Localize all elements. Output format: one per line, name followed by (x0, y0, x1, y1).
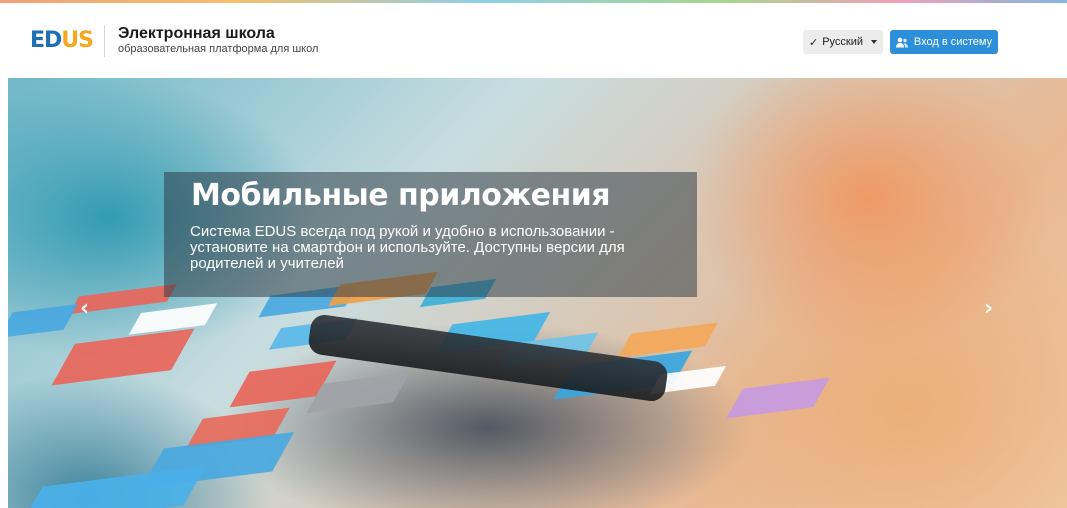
slide-title: Мобильные приложения (191, 178, 611, 213)
site-header: EDUS Электронная школа образовательная п… (0, 3, 1067, 78)
tile-decoration (8, 303, 78, 339)
site-title: Электронная школа (118, 25, 275, 42)
edus-logo[interactable]: EDUS (30, 28, 94, 53)
tile-decoration (617, 322, 719, 358)
tile-decoration (128, 303, 218, 335)
tile-decoration (51, 328, 195, 386)
logo-divider (104, 25, 105, 57)
login-label: Вход в систему (913, 36, 993, 48)
language-dropdown[interactable]: ✓ Русский (803, 30, 883, 54)
slider-prev-arrow[interactable]: ‹ (80, 296, 89, 321)
logo-part-ed: ED (30, 28, 62, 53)
check-icon: ✓ (808, 36, 819, 49)
slider-next-arrow[interactable]: › (984, 296, 993, 321)
language-label: Русский (822, 36, 864, 48)
login-button[interactable]: Вход в систему (890, 30, 998, 54)
logo-part-us: US (61, 28, 94, 53)
tile-decoration (726, 377, 830, 419)
hero-slider: ‹ › Мобильные приложения Система EDUS вс… (8, 78, 1067, 508)
tile-decoration (20, 465, 206, 508)
user-icon (895, 37, 908, 47)
caret-down-icon (871, 40, 878, 44)
slide-text: Система EDUS всегда под рукой и удобно в… (190, 223, 625, 272)
slide-caption: Мобильные приложения Система EDUS всегда… (164, 172, 697, 297)
site-subtitle: образовательная платформа для школ (118, 43, 319, 55)
